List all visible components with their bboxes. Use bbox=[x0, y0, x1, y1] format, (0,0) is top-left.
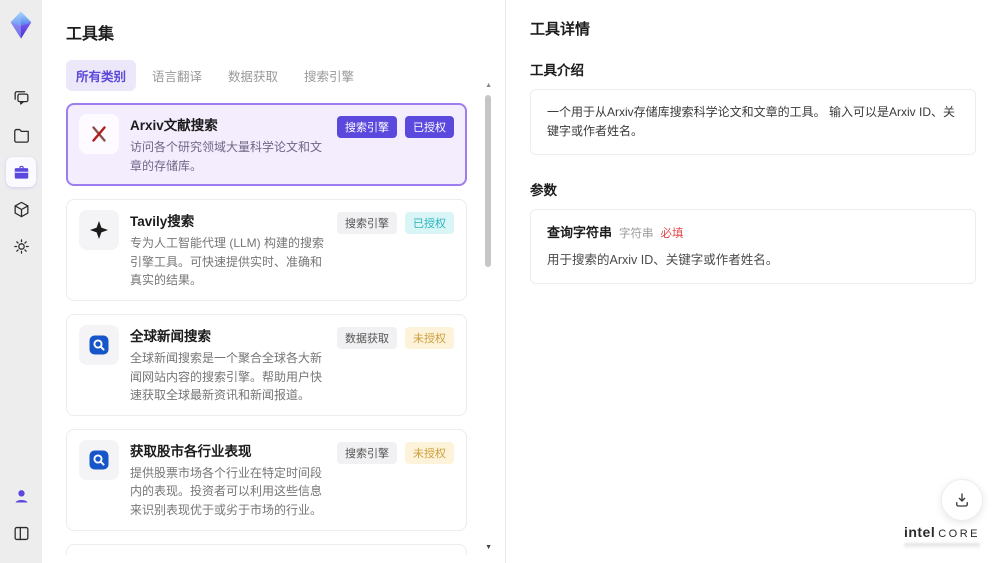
tool-description: 提供股票市场各个行业在特定时间段内的表现。投资者可以利用这些信息来识别表现优于或… bbox=[130, 465, 323, 517]
sidebar-item-chat[interactable] bbox=[6, 83, 36, 113]
news-search-icon bbox=[79, 439, 119, 480]
briefcase-icon bbox=[12, 163, 31, 182]
tool-category-tag: 搜索引擎 bbox=[337, 212, 397, 235]
tool-name: 获取股市各行业表现 bbox=[130, 443, 252, 459]
tool-category-tag: 数据获取 bbox=[337, 326, 397, 349]
tool-description: 专为人工智能代理 (LLM) 构建的搜索引擎工具。可快速提供实时、准确和真实的结… bbox=[130, 236, 325, 288]
scrollbar-thumb[interactable] bbox=[485, 95, 491, 267]
tool-list: Arxiv文献搜索 访问各个研究领域大量科学论文和文章的存储库。 搜索引擎 已授权 Ta… bbox=[66, 103, 481, 555]
tool-card[interactable]: 获取市场最活跃股票信息提供当天交易量最高的股票列表，投资者可以利用这些信息来识别… bbox=[66, 543, 467, 555]
params-box: 查询字符串 字符串 必填用于搜索的Arxiv ID、关键字或作者姓名。 bbox=[530, 209, 976, 285]
sidebar-item-files[interactable] bbox=[6, 120, 36, 150]
tool-tags: 数据获取 未授权 bbox=[337, 325, 454, 349]
tool-auth-badge: 未授权 bbox=[405, 326, 454, 349]
tool-card[interactable]: 全球新闻搜索全球新闻搜索是一个聚合全球各大新闻网站内容的搜索引擎。帮助用户快速获… bbox=[66, 313, 467, 416]
scroll-up-arrow[interactable]: ▲ bbox=[485, 82, 492, 89]
tool-tags: 搜索引擎 已授权 bbox=[337, 114, 454, 138]
tool-card[interactable]: 获取股市各行业表现提供股票市场各个行业在特定时间段内的表现。投资者可以利用这些信… bbox=[66, 428, 467, 531]
tool-card-body: 全球新闻搜索全球新闻搜索是一个聚合全球各大新闻网站内容的搜索引擎。帮助用户快速获… bbox=[130, 325, 454, 405]
param-required-badge: 必填 bbox=[660, 228, 684, 241]
tool-auth-badge: 未授权 bbox=[405, 441, 454, 464]
tool-card[interactable]: Arxiv文献搜索访问各个研究领域大量科学论文和文章的存储库。 搜索引擎 已授权 bbox=[66, 103, 467, 187]
tool-name: Arxiv文献搜索 bbox=[130, 118, 218, 133]
tool-card-body: 获取股市各行业表现提供股票市场各个行业在特定时间段内的表现。投资者可以利用这些信… bbox=[130, 440, 454, 520]
tool-details-panel: 工具详情 工具介绍 一个用于从Arxiv存储库搜索科学论文和文章的工具。 输入可… bbox=[505, 0, 1000, 563]
intro-text: 一个用于从Arxiv存储库搜索科学论文和文章的工具。 输入可以是Arxiv ID… bbox=[547, 105, 956, 139]
intro-box: 一个用于从Arxiv存储库搜索科学论文和文章的工具。 输入可以是Arxiv ID… bbox=[530, 89, 976, 156]
arxiv-icon bbox=[79, 114, 119, 154]
tool-category-tag: 搜索引擎 bbox=[337, 441, 397, 464]
core-wordmark: CORE bbox=[938, 528, 980, 540]
tool-auth-badge: 已授权 bbox=[405, 212, 454, 235]
params-section-label: 参数 bbox=[530, 183, 557, 199]
app-logo-icon bbox=[6, 10, 36, 40]
tavily-star-icon bbox=[79, 210, 119, 251]
page-title: 工具集 bbox=[66, 26, 115, 43]
tool-card-body: Arxiv文献搜索访问各个研究领域大量科学论文和文章的存储库。 搜索引擎 已授权 bbox=[130, 114, 454, 175]
tab-搜索引擎[interactable]: 搜索引擎 bbox=[294, 60, 364, 91]
logo-reflection bbox=[903, 543, 980, 549]
user-icon bbox=[12, 487, 31, 506]
tool-list-panel: 工具集 所有类别 语言翻译 数据获取 搜索引擎 Arxiv文献搜索 访问各个研究领域大量… bbox=[42, 0, 505, 563]
gear-icon bbox=[12, 237, 31, 256]
scroll-down-arrow[interactable]: ▼ bbox=[485, 544, 492, 551]
download-button[interactable] bbox=[941, 479, 983, 521]
package-icon bbox=[12, 200, 31, 219]
tool-auth-badge: 已授权 bbox=[405, 116, 454, 138]
chat-icon bbox=[12, 89, 31, 108]
tab-数据获取[interactable]: 数据获取 bbox=[218, 60, 288, 91]
sidebar-bottom-nav bbox=[6, 474, 36, 555]
param-head: 查询字符串 字符串 必填 bbox=[547, 223, 959, 244]
tab-所有类别[interactable]: 所有类别 bbox=[66, 60, 137, 91]
scrollbar-track[interactable] bbox=[485, 90, 491, 553]
param-type: 字符串 bbox=[619, 228, 654, 241]
tool-description: 访问各个研究领域大量科学论文和文章的存储库。 bbox=[130, 140, 323, 173]
tool-category-tag: 搜索引擎 bbox=[337, 116, 397, 138]
sidebar-item-models[interactable] bbox=[6, 194, 36, 224]
param-description: 用于搜索的Arxiv ID、关键字或作者姓名。 bbox=[547, 253, 779, 268]
param-name: 查询字符串 bbox=[547, 225, 613, 241]
tool-name: Tavily搜索 bbox=[130, 214, 195, 230]
sidebar-item-tools[interactable] bbox=[6, 157, 36, 187]
tool-tags: 搜索引擎 已授权 bbox=[337, 210, 454, 235]
tool-card-body: Tavily搜索专为人工智能代理 (LLM) 构建的搜索引擎工具。可快速提供实时… bbox=[130, 210, 454, 290]
sidebar-nav bbox=[6, 76, 36, 268]
details-title: 工具详情 bbox=[530, 21, 591, 38]
tool-tags: 搜索引擎 未授权 bbox=[337, 440, 454, 464]
sidebar-item-settings[interactable] bbox=[6, 231, 36, 261]
sidebar-item-panel-toggle[interactable] bbox=[6, 518, 36, 548]
app-sidebar bbox=[0, 0, 42, 563]
category-tabs: 所有类别 语言翻译 数据获取 搜索引擎 bbox=[66, 60, 481, 91]
panel-icon bbox=[12, 524, 31, 543]
tab-语言翻译[interactable]: 语言翻译 bbox=[142, 60, 212, 91]
sidebar-item-profile[interactable] bbox=[6, 481, 36, 511]
news-search-icon bbox=[79, 324, 119, 365]
intel-core-logo: intel CORE bbox=[903, 524, 980, 549]
intro-section-label: 工具介绍 bbox=[530, 63, 584, 78]
folder-icon bbox=[12, 126, 31, 145]
intel-wordmark: intel bbox=[903, 524, 936, 540]
tool-card[interactable]: Tavily搜索专为人工智能代理 (LLM) 构建的搜索引擎工具。可快速提供实时… bbox=[66, 199, 467, 301]
tool-description: 全球新闻搜索是一个聚合全球各大新闻网站内容的搜索引擎。帮助用户快速获取全球最新资… bbox=[130, 350, 323, 403]
tool-name: 全球新闻搜索 bbox=[130, 328, 211, 344]
param-item: 查询字符串 字符串 必填用于搜索的Arxiv ID、关键字或作者姓名。 bbox=[547, 223, 959, 270]
